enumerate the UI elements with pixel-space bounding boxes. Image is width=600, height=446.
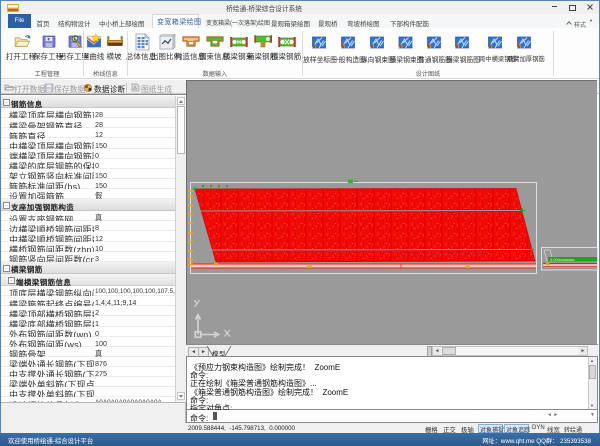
svg-text:0.00m•κκκκκκ: 0.00m•κκκκκκ (550, 257, 575, 262)
